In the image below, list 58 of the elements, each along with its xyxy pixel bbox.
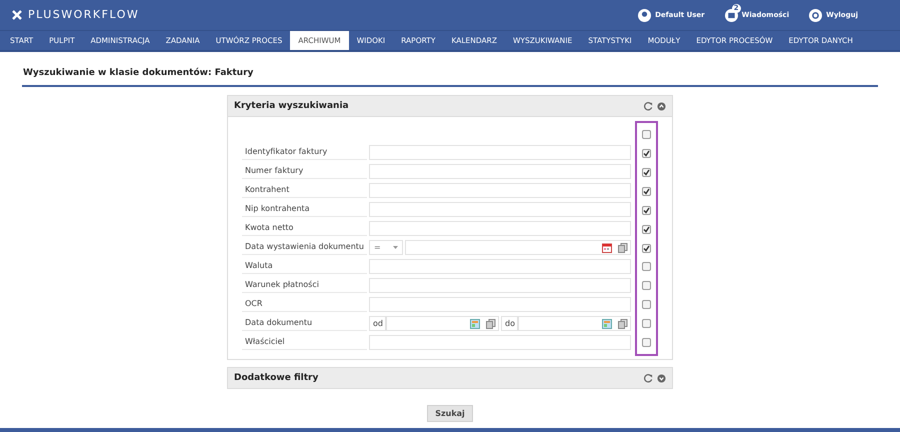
calendar-icon[interactable] xyxy=(470,318,480,329)
input-field[interactable] xyxy=(369,183,631,198)
field-label: Waluta xyxy=(242,259,367,274)
panel-title: Dodatkowe filtry xyxy=(234,372,318,384)
checkbox[interactable] xyxy=(642,281,651,290)
input-field[interactable] xyxy=(369,278,631,294)
date-field[interactable] xyxy=(518,316,631,332)
refresh-icon[interactable] xyxy=(644,374,653,383)
caret-icon xyxy=(393,246,398,250)
input-field[interactable] xyxy=(369,164,631,180)
range-label: od xyxy=(369,316,386,332)
panel-title: Kryteria wyszukiwania xyxy=(234,100,349,112)
field-label: OCR xyxy=(242,297,367,312)
checkbox[interactable] xyxy=(642,338,651,348)
checkbox[interactable] xyxy=(642,186,651,196)
clear-icon[interactable] xyxy=(486,318,496,329)
search-button[interactable]: Szukaj xyxy=(427,405,473,422)
checkbox[interactable] xyxy=(642,206,651,215)
field-label: Właściciel xyxy=(242,335,367,350)
date-field[interactable] xyxy=(386,316,499,332)
calendar-icon[interactable] xyxy=(602,242,612,253)
logout-icon xyxy=(809,8,822,22)
checkbox[interactable] xyxy=(642,319,651,328)
field-label: Kontrahent xyxy=(242,183,367,198)
calendar-icon[interactable] xyxy=(602,318,612,329)
operator-select[interactable]: = xyxy=(369,240,403,256)
checkbox[interactable] xyxy=(642,262,651,272)
messages-icon xyxy=(724,8,738,22)
field-label: Data wystawienia dokumentu xyxy=(242,240,367,256)
checkbox[interactable] xyxy=(642,224,651,234)
field-label: Warunek płatności xyxy=(242,278,367,294)
input-field[interactable] xyxy=(369,335,631,350)
page-title: Wyszukiwanie w klasie dokumentów: Faktury xyxy=(23,68,254,80)
input-field[interactable] xyxy=(369,145,631,160)
checkbox[interactable] xyxy=(642,149,651,158)
field-label: Data dokumentu xyxy=(242,316,367,332)
clear-icon[interactable] xyxy=(618,318,628,329)
logo-icon xyxy=(12,10,22,20)
refresh-icon[interactable] xyxy=(644,102,653,111)
checkbox[interactable] xyxy=(642,130,651,140)
input-field[interactable] xyxy=(369,202,631,218)
user-icon xyxy=(638,8,652,22)
field-label: Kwota netto xyxy=(242,221,367,236)
input-field[interactable] xyxy=(369,259,631,274)
range-label: do xyxy=(501,316,518,332)
logo-text: PLUSWORKFLOW xyxy=(28,8,140,22)
date-field[interactable] xyxy=(405,240,631,256)
field-label: Identyfikator faktury xyxy=(242,145,367,160)
checkbox[interactable] xyxy=(642,244,651,253)
clear-icon[interactable] xyxy=(618,242,628,253)
field-label: Nip kontrahenta xyxy=(242,202,367,218)
input-field[interactable] xyxy=(369,297,631,312)
checkbox[interactable] xyxy=(642,300,651,310)
expand-icon[interactable] xyxy=(657,374,666,383)
checkbox[interactable] xyxy=(642,168,651,178)
field-label: Numer faktury xyxy=(242,164,367,180)
input-field[interactable] xyxy=(369,221,631,236)
collapse-icon[interactable] xyxy=(657,102,666,111)
